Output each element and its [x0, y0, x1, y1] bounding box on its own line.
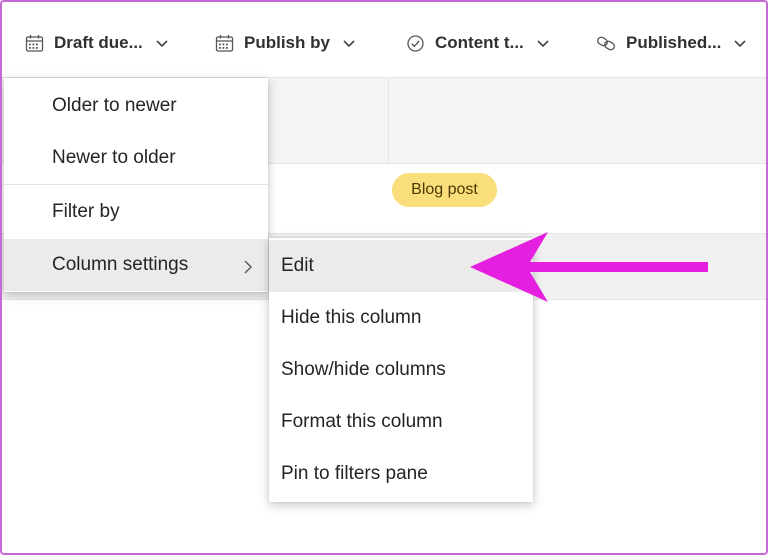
column-header-published[interactable]: Published...	[596, 30, 747, 56]
column-header-row: Draft due... Publish by Content t... Pub…	[2, 2, 766, 78]
menu-item-label: Format this column	[281, 411, 443, 432]
choice-circle-check-icon	[405, 33, 425, 53]
calendar-icon	[214, 33, 234, 53]
menu-item-show-hide-columns[interactable]: Show/hide columns	[269, 344, 533, 396]
annotation-arrow-icon	[470, 232, 708, 302]
column-header-label: Publish by	[244, 33, 330, 52]
menu-item-format-this-column[interactable]: Format this column	[269, 396, 533, 448]
chevron-right-icon	[242, 258, 254, 274]
app-frame: Draft due... Publish by Content t... Pub…	[0, 0, 768, 555]
column-header-content-type[interactable]: Content t...	[405, 30, 550, 56]
column-header-draft-due[interactable]: Draft due...	[24, 30, 169, 56]
column-header-label: Content t...	[435, 33, 524, 52]
menu-item-label: Pin to filters pane	[281, 463, 428, 484]
column-header-label: Published...	[626, 33, 722, 52]
column-dropdown-menu: Older to newer Newer to older Filter by …	[4, 78, 268, 292]
content-type-tag: Blog post	[392, 173, 497, 207]
chevron-down-icon	[536, 36, 550, 50]
cell-divider	[388, 78, 389, 164]
calendar-icon	[24, 33, 44, 53]
menu-item-label: Column settings	[52, 254, 189, 275]
chevron-down-icon	[733, 36, 747, 50]
chevron-down-icon	[155, 36, 169, 50]
menu-item-filter-by[interactable]: Filter by	[4, 186, 268, 238]
menu-item-newer-to-older[interactable]: Newer to older	[4, 132, 268, 184]
chevron-down-icon	[342, 36, 356, 50]
menu-divider	[4, 184, 268, 185]
menu-item-pin-to-filters-pane[interactable]: Pin to filters pane	[269, 448, 533, 500]
column-header-publish-by[interactable]: Publish by	[214, 30, 356, 56]
column-header-label: Draft due...	[54, 33, 143, 52]
menu-item-label: Newer to older	[52, 147, 176, 168]
menu-item-column-settings[interactable]: Column settings	[4, 239, 268, 291]
menu-item-label: Filter by	[52, 201, 120, 222]
menu-item-label: Show/hide columns	[281, 359, 446, 380]
link-icon	[596, 33, 616, 53]
menu-item-label: Hide this column	[281, 307, 422, 328]
menu-item-label: Edit	[281, 255, 314, 276]
menu-item-older-to-newer[interactable]: Older to newer	[4, 80, 268, 132]
menu-item-label: Older to newer	[52, 95, 177, 116]
